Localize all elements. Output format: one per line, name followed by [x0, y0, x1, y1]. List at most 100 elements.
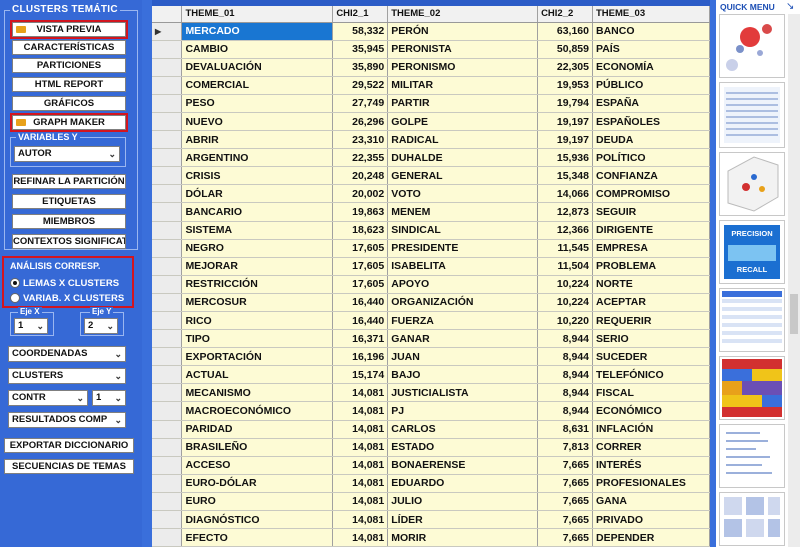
table-cell[interactable]: 14,081: [332, 528, 389, 547]
row-selector[interactable]: [152, 148, 183, 168]
table-cell[interactable]: EURO: [181, 492, 334, 512]
table-cell[interactable]: 14,081: [332, 401, 389, 421]
row-selector[interactable]: [152, 510, 183, 530]
table-cell[interactable]: 10,224: [537, 293, 593, 313]
table-cell[interactable]: DUHALDE: [387, 148, 539, 168]
table-cell[interactable]: 19,197: [537, 112, 593, 132]
table-cell[interactable]: COMPROMISO: [592, 184, 710, 204]
table-cell[interactable]: NORTE: [592, 275, 710, 294]
table-cell[interactable]: 50,859: [537, 40, 593, 59]
table-cell[interactable]: 8,944: [537, 347, 593, 367]
table-cell[interactable]: INTERÉS: [592, 456, 710, 475]
table-cell[interactable]: 7,665: [537, 510, 593, 530]
data-table-thumbnail[interactable]: [719, 288, 785, 352]
table-row[interactable]: COMERCIAL 29,522 MILITAR 19,953 PÚBLICO: [152, 76, 710, 95]
table-cell[interactable]: ECONÓMICO: [592, 401, 710, 421]
table-cell[interactable]: 14,081: [332, 492, 389, 512]
table-row[interactable]: ACCESO 14,081 BONAERENSE 7,665 INTERÉS: [152, 456, 710, 475]
table-cell[interactable]: MECANISMO: [181, 383, 334, 403]
table-row[interactable]: MEJORAR 17,605 ISABELITA 11,504 PROBLEMA: [152, 257, 710, 276]
table-cell[interactable]: PAÍS: [592, 40, 710, 59]
table-cell[interactable]: PROFESIONALES: [592, 474, 710, 493]
table-cell[interactable]: EDUARDO: [387, 474, 539, 493]
table-cell[interactable]: 20,002: [332, 184, 389, 204]
refinar-particion-button[interactable]: REFINAR LA PARTICIÓN: [12, 174, 126, 189]
table-cell[interactable]: GANAR: [387, 329, 539, 349]
variab-x-clusters-radio[interactable]: VARIAB. X CLUSTERS: [10, 293, 124, 304]
table-cell[interactable]: PROBLEMA: [592, 257, 710, 276]
table-cell[interactable]: PERONISTA: [387, 40, 539, 59]
table-cell[interactable]: ACTUAL: [181, 365, 334, 385]
row-selector[interactable]: [152, 130, 183, 150]
row-selector[interactable]: [152, 40, 183, 59]
lemas-x-clusters-radio[interactable]: LEMAS X CLUSTERS: [10, 278, 119, 289]
table-cell[interactable]: 19,953: [537, 76, 593, 95]
table-cell[interactable]: GOLPE: [387, 112, 539, 132]
table-cell[interactable]: GENERAL: [387, 166, 539, 186]
table-row[interactable]: EURO 14,081 JULIO 7,665 GANA: [152, 492, 710, 512]
table-cell[interactable]: 58,332: [332, 22, 389, 41]
table-cell[interactable]: 14,081: [332, 474, 389, 493]
table-cell[interactable]: 19,863: [332, 202, 389, 222]
table-cell[interactable]: ESTADO: [387, 438, 539, 457]
table-cell[interactable]: 16,371: [332, 329, 389, 349]
eje-y-select[interactable]: 2 ⌄: [84, 318, 118, 334]
table-cell[interactable]: 17,605: [332, 257, 389, 276]
table-cell[interactable]: 17,605: [332, 239, 389, 258]
table-cell[interactable]: 16,440: [332, 311, 389, 331]
table-row[interactable]: CRISIS 20,248 GENERAL 15,348 CONFIANZA: [152, 166, 710, 186]
table-cell[interactable]: PESO: [181, 94, 334, 113]
eje-x-select[interactable]: 1 ⌄: [14, 318, 48, 334]
table-row[interactable]: DIAGNÓSTICO 14,081 LÍDER 7,665 PRIVADO: [152, 510, 710, 530]
table-cell[interactable]: DEVALUACIÓN: [181, 58, 334, 77]
table-row[interactable]: DÓLAR 20,002 VOTO 14,066 COMPROMISO: [152, 184, 710, 204]
table-cell[interactable]: DIRIGENTE: [592, 221, 710, 240]
table-cell[interactable]: APOYO: [387, 275, 539, 294]
table-cell[interactable]: 14,081: [332, 420, 389, 439]
row-selector[interactable]: [152, 257, 183, 276]
table-cell[interactable]: 8,944: [537, 329, 593, 349]
coordenadas-select[interactable]: COORDENADAS ⌄: [8, 346, 126, 362]
table-row[interactable]: NUEVO 26,296 GOLPE 19,197 ESPAÑOLES: [152, 112, 710, 132]
table-cell[interactable]: EFECTO: [181, 528, 334, 547]
table-cell[interactable]: FUERZA: [387, 311, 539, 331]
table-cell[interactable]: 8,944: [537, 383, 593, 403]
table-row[interactable]: EXPORTACIÓN 16,196 JUAN 8,944 SUCEDER: [152, 347, 710, 367]
table-cell[interactable]: 63,160: [537, 22, 593, 41]
table-cell[interactable]: EMPRESA: [592, 239, 710, 258]
row-selector[interactable]: [152, 58, 183, 77]
table-cell[interactable]: COMERCIAL: [181, 76, 334, 95]
table-cell[interactable]: 27,749: [332, 94, 389, 113]
table-cell[interactable]: CAMBIO: [181, 40, 334, 59]
table-cell[interactable]: ACCESO: [181, 456, 334, 475]
column-header[interactable]: THEME_03: [592, 6, 710, 23]
table-cell[interactable]: SINDICAL: [387, 221, 539, 240]
table-cell[interactable]: 14,081: [332, 510, 389, 530]
row-selector[interactable]: [152, 492, 183, 512]
table-row[interactable]: RICO 16,440 FUERZA 10,220 REQUERIR: [152, 311, 710, 331]
table-cell[interactable]: SUCEDER: [592, 347, 710, 367]
table-cell[interactable]: CARLOS: [387, 420, 539, 439]
table-cell[interactable]: TIPO: [181, 329, 334, 349]
table-cell[interactable]: 12,366: [537, 221, 593, 240]
table-cell[interactable]: TELEFÓNICO: [592, 365, 710, 385]
contr-number-select[interactable]: 1 ⌄: [92, 390, 126, 406]
cluster-graph-thumbnail[interactable]: [719, 14, 785, 78]
row-selector[interactable]: [152, 275, 183, 294]
table-cell[interactable]: DEUDA: [592, 130, 710, 150]
table-row[interactable]: MACROECONÓMICO 14,081 PJ 8,944 ECONÓMICO: [152, 401, 710, 421]
table-cell[interactable]: 15,174: [332, 365, 389, 385]
table-cell[interactable]: NUEVO: [181, 112, 334, 132]
table-cell[interactable]: LÍDER: [387, 510, 539, 530]
table-cell[interactable]: JULIO: [387, 492, 539, 512]
row-selector[interactable]: [152, 112, 183, 132]
graph-maker-button[interactable]: GRAPH MAKER: [10, 113, 128, 132]
table-cell[interactable]: 8,631: [537, 420, 593, 439]
table-row[interactable]: SISTEMA 18,623 SINDICAL 12,366 DIRIGENTE: [152, 221, 710, 240]
table-cell[interactable]: MERCOSUR: [181, 293, 334, 313]
table-cell[interactable]: PRIVADO: [592, 510, 710, 530]
table-cell[interactable]: 23,310: [332, 130, 389, 150]
table-cell[interactable]: VOTO: [387, 184, 539, 204]
table-row[interactable]: ▶ MERCADO 58,332 PERÓN 63,160 BANCO: [152, 22, 710, 41]
row-selector[interactable]: [152, 383, 183, 403]
